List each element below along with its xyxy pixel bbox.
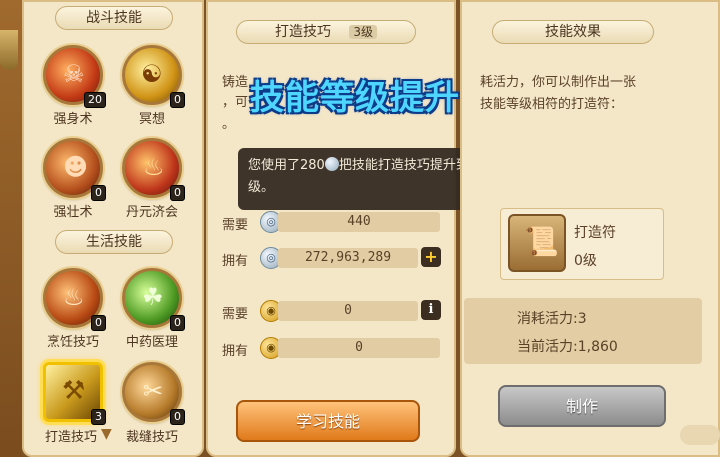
skill-level: 0 — [170, 92, 185, 108]
scroll-down-arrow-icon[interactable]: ▼ — [101, 426, 112, 442]
sewing-needle-icon: ✂ — [143, 377, 164, 405]
skill-name: 强壮术 — [53, 205, 93, 220]
skill-name: 强身术 — [53, 112, 93, 127]
info-button[interactable]: i — [421, 300, 441, 320]
skill-name: 丹元济会 — [125, 205, 178, 220]
skill-level: 0 — [170, 409, 185, 425]
skull-red-icon: ☠ — [63, 60, 85, 88]
silver-own-value: 272,963,289 — [278, 248, 418, 268]
skill-name: 烹饪技巧 — [46, 335, 99, 350]
fire-spirit-icon: ♨ — [143, 153, 165, 181]
item-slot[interactable]: 📜 — [508, 214, 566, 272]
cloud-ornament — [680, 425, 720, 445]
vitality-cost: 消耗活力:3 — [517, 311, 587, 327]
skill-level: 20 — [84, 92, 106, 108]
skill-name: 冥想 — [138, 112, 165, 127]
silver-own-label: 拥有 — [222, 254, 249, 269]
silver-coin-icon — [324, 157, 339, 171]
skill-desc-line: 铸造 — [222, 75, 249, 90]
skill-level: 0 — [170, 185, 185, 201]
skills-window: 战斗技能 ☠ 20 强身术 ☯ 0 冥想 ☻ 0 强壮术 ♨ 0 丹元济会 生活… — [0, 0, 720, 457]
item-name: 打造符 — [574, 225, 616, 241]
combat-skills-header: 战斗技能 — [55, 6, 173, 30]
effect-desc-line: 技能等级相符的打造符： — [480, 97, 624, 112]
skill-desc-line: ，可 — [222, 95, 249, 110]
life-skills-header: 生活技能 — [55, 230, 173, 254]
level-up-banner: 技能等级提升 — [250, 78, 460, 118]
make-button[interactable]: 制作 — [498, 385, 666, 427]
skill-meditate-button[interactable]: ☯ 0 — [122, 45, 185, 108]
gold-need-label: 需要 — [222, 307, 249, 322]
silver-need-value: 440 — [278, 212, 440, 232]
cooking-icon: ♨ — [63, 283, 85, 311]
learn-skill-button[interactable]: 学习技能 — [236, 400, 420, 442]
forging-icon: ⚒ — [62, 376, 86, 406]
effect-desc-line: 耗活力，你可以制作出一张 — [480, 75, 637, 90]
skill-robust-button[interactable]: ☻ 0 — [43, 138, 106, 201]
skill-effect-header: 技能效果 — [492, 20, 654, 44]
vitality-current: 当前活力:1,860 — [517, 339, 618, 355]
tooltip-text: 您使用了280 — [248, 158, 325, 173]
skill-level: 0 — [91, 315, 106, 331]
skill-title: 打造技巧 — [274, 24, 331, 40]
skill-strength-button[interactable]: ☠ 20 — [43, 45, 106, 108]
skill-herbal-button[interactable]: ☘ 0 — [122, 268, 185, 331]
skill-sewing-button[interactable]: ✂ 0 — [122, 362, 185, 425]
skill-desc-line: 。 — [222, 117, 236, 132]
skill-name: 裁缝技巧 — [125, 430, 178, 445]
skill-name: 中药医理 — [125, 335, 178, 350]
gold-own-value: 0 — [278, 338, 440, 358]
skill-cooking-button[interactable]: ♨ 0 — [43, 268, 106, 331]
golden-mask-icon: ☯ — [141, 60, 163, 88]
skill-level: 0 — [91, 185, 106, 201]
gold-own-label: 拥有 — [222, 344, 249, 359]
skill-level: 3 — [91, 409, 106, 425]
gold-need-value: 0 — [278, 301, 418, 321]
warrior-mask-icon: ☻ — [63, 153, 89, 181]
skill-danyuan-button[interactable]: ♨ 0 — [122, 138, 185, 201]
skill-title-header: 打造技巧 3级 — [236, 20, 416, 44]
add-silver-button[interactable]: + — [421, 247, 441, 267]
skill-forging-button[interactable]: ⚒ 3 — [43, 362, 106, 425]
scroll-talisman-icon: 📜 — [524, 225, 559, 258]
item-level: 0级 — [574, 253, 597, 269]
herb-leaf-icon: ☘ — [142, 283, 164, 311]
skill-level: 0 — [170, 315, 185, 331]
silver-need-label: 需要 — [222, 218, 249, 233]
tassel-ornament — [0, 30, 18, 70]
skill-level-badge: 3级 — [349, 25, 378, 39]
